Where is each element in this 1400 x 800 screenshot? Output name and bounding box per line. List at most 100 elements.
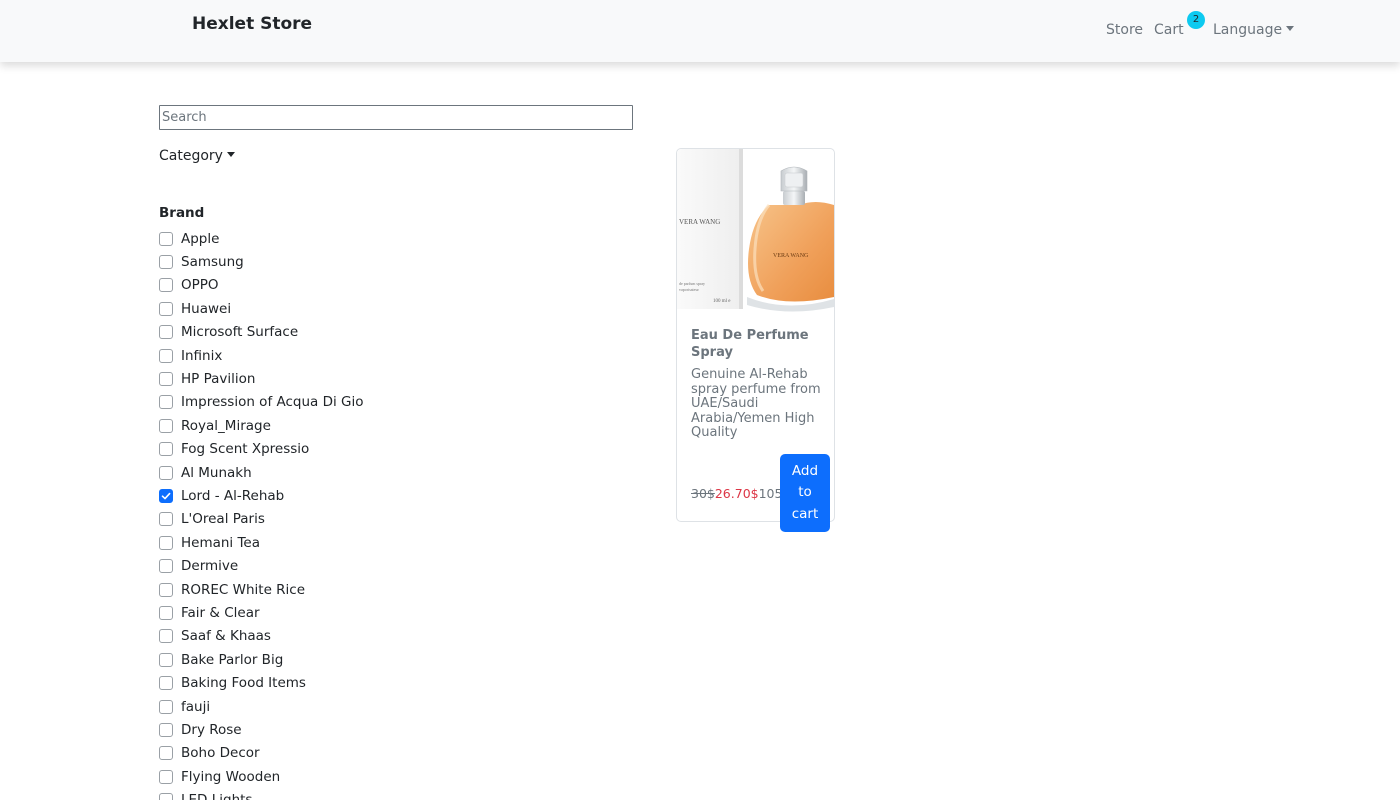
brand-label: Microsoft Surface bbox=[181, 324, 299, 341]
brand-filter-item[interactable]: Huawei bbox=[159, 297, 364, 320]
brand-checkbox[interactable] bbox=[159, 676, 173, 691]
brand-filter-item[interactable]: Apple bbox=[159, 227, 364, 250]
brand-label: HP Pavilion bbox=[181, 371, 256, 388]
nav-cart-link[interactable]: Cart bbox=[1154, 22, 1184, 38]
brand-label: L'Oreal Paris bbox=[181, 511, 265, 528]
product-price: 30$26.70$105 bbox=[691, 486, 781, 501]
brand-label: fauji bbox=[181, 698, 211, 715]
brand-checkbox[interactable] bbox=[159, 325, 173, 340]
bottle-brand-text: VERA WANG bbox=[773, 253, 809, 259]
brand-checkbox[interactable] bbox=[159, 535, 173, 550]
brand-filter-item[interactable]: Dermive bbox=[159, 554, 364, 577]
brand-filter-item[interactable]: Samsung bbox=[159, 250, 364, 273]
brand-filter-item[interactable]: Microsoft Surface bbox=[159, 321, 364, 344]
brand-filter-item[interactable]: OPPO bbox=[159, 274, 364, 297]
product-image[interactable]: VERA WANG de parfum spray vaporisateur 1… bbox=[677, 149, 834, 312]
search-input[interactable] bbox=[159, 105, 633, 130]
brand-label: LED Lights bbox=[181, 792, 252, 800]
brand-filter-item[interactable]: Flying Wooden bbox=[159, 765, 364, 788]
price-old: 30$ bbox=[691, 486, 715, 501]
brand-filter-item[interactable]: Royal_Mirage bbox=[159, 414, 364, 437]
brand-filter-item[interactable]: Bake Parlor Big bbox=[159, 648, 364, 671]
brand-filter-item[interactable]: ROREC White Rice bbox=[159, 578, 364, 601]
cart-count-badge: 2 bbox=[1187, 11, 1205, 29]
brand-label: ROREC White Rice bbox=[181, 581, 306, 598]
brand-checkbox[interactable] bbox=[159, 652, 173, 667]
caret-down-icon bbox=[1286, 26, 1295, 31]
brand-filter-item[interactable]: LED Lights bbox=[159, 788, 364, 800]
brand-label: Dry Rose bbox=[181, 721, 242, 738]
brand-filter-item[interactable]: HP Pavilion bbox=[159, 367, 364, 390]
brand-label: Saaf & Khaas bbox=[181, 628, 271, 645]
brand-link[interactable]: Hexlet Store bbox=[192, 14, 312, 34]
add-to-cart-button[interactable]: Add to cart bbox=[780, 454, 830, 532]
box-size-text: 100 ml e bbox=[713, 299, 731, 304]
brand-checkbox[interactable] bbox=[159, 278, 173, 293]
brand-filter-item[interactable]: fauji bbox=[159, 695, 364, 718]
brand-filter-item[interactable]: Lord - Al-Rehab bbox=[159, 484, 364, 507]
brand-filter-item[interactable]: Fog Scent Xpressio bbox=[159, 438, 364, 461]
brand-label: Dermive bbox=[181, 558, 239, 575]
brand-checkbox[interactable] bbox=[159, 348, 173, 363]
language-dropdown[interactable]: Language bbox=[1213, 22, 1295, 38]
brand-checkbox[interactable] bbox=[159, 769, 173, 784]
brand-filter-item[interactable]: Impression of Acqua Di Gio bbox=[159, 391, 364, 414]
brand-label: Boho Decor bbox=[181, 745, 260, 762]
brand-checkbox[interactable] bbox=[159, 605, 173, 620]
brand-checkbox[interactable] bbox=[159, 418, 173, 433]
brand-label: Hemani Tea bbox=[181, 534, 261, 551]
caret-down-icon bbox=[226, 152, 235, 157]
nav-store-link[interactable]: Store bbox=[1106, 22, 1143, 38]
navbar: Hexlet Store Store Cart 2 Language bbox=[0, 0, 1400, 62]
brand-label: Fog Scent Xpressio bbox=[181, 441, 310, 458]
brand-filter-item[interactable]: Infinix bbox=[159, 344, 364, 367]
product-card: VERA WANG de parfum spray vaporisateur 1… bbox=[676, 148, 835, 532]
brand-checkbox[interactable] bbox=[159, 793, 173, 800]
brand-label: Infinix bbox=[181, 347, 223, 364]
brand-checkbox[interactable] bbox=[159, 699, 173, 714]
brand-filter-item[interactable]: Al Munakh bbox=[159, 461, 364, 484]
category-dropdown[interactable]: Category bbox=[159, 148, 235, 164]
check-icon bbox=[161, 492, 171, 500]
brand-label: Huawei bbox=[181, 300, 232, 317]
brand-checkbox[interactable] bbox=[159, 582, 173, 597]
brand-label: Impression of Acqua Di Gio bbox=[181, 394, 364, 411]
box-caption-2: vaporisateur bbox=[679, 287, 699, 292]
brand-checkbox[interactable] bbox=[159, 231, 173, 246]
brand-filter-item[interactable]: Baking Food Items bbox=[159, 671, 364, 694]
brand-label: Lord - Al-Rehab bbox=[181, 487, 285, 504]
language-label: Language bbox=[1213, 22, 1283, 38]
brand-label: Bake Parlor Big bbox=[181, 651, 284, 668]
brand-checkbox[interactable] bbox=[159, 255, 173, 270]
brand-checkbox[interactable] bbox=[159, 442, 173, 457]
brand-label: Fair & Clear bbox=[181, 604, 260, 621]
brand-filter-item[interactable]: Hemani Tea bbox=[159, 531, 364, 554]
brand-checkbox[interactable] bbox=[159, 629, 173, 644]
brand-filter-list: Apple Samsung OPPO Huawei Microsoft Surface I… bbox=[159, 227, 364, 800]
brand-filter-item[interactable]: Dry Rose bbox=[159, 718, 364, 741]
brand-heading: Brand bbox=[159, 205, 205, 221]
brand-checkbox[interactable] bbox=[159, 465, 173, 480]
brand-checkbox[interactable] bbox=[159, 488, 173, 503]
brand-filter-item[interactable]: Boho Decor bbox=[159, 742, 364, 765]
product-title[interactable]: Eau De Perfume Spray bbox=[691, 327, 821, 361]
brand-filter-item[interactable]: L'Oreal Paris bbox=[159, 508, 364, 531]
box-brand-text: VERA WANG bbox=[679, 218, 720, 226]
brand-filter-item[interactable]: Saaf & Khaas bbox=[159, 625, 364, 648]
price-extra: 105 bbox=[758, 486, 781, 501]
brand-checkbox[interactable] bbox=[159, 395, 173, 410]
brand-checkbox[interactable] bbox=[159, 372, 173, 387]
brand-label: Samsung bbox=[181, 254, 244, 271]
brand-label: Al Munakh bbox=[181, 464, 252, 481]
brand-filter-item[interactable]: Fair & Clear bbox=[159, 601, 364, 624]
brand-label: Royal_Mirage bbox=[181, 417, 271, 434]
product-description: Genuine Al-Rehab spray perfume from UAE/… bbox=[691, 367, 821, 441]
brand-checkbox[interactable] bbox=[159, 301, 173, 316]
brand-checkbox[interactable] bbox=[159, 722, 173, 737]
brand-checkbox[interactable] bbox=[159, 746, 173, 761]
brand-checkbox[interactable] bbox=[159, 559, 173, 574]
brand-label: OPPO bbox=[181, 277, 219, 294]
brand-checkbox[interactable] bbox=[159, 512, 173, 527]
price-new: 26.70$ bbox=[714, 486, 759, 501]
brand-label: Flying Wooden bbox=[181, 768, 281, 785]
